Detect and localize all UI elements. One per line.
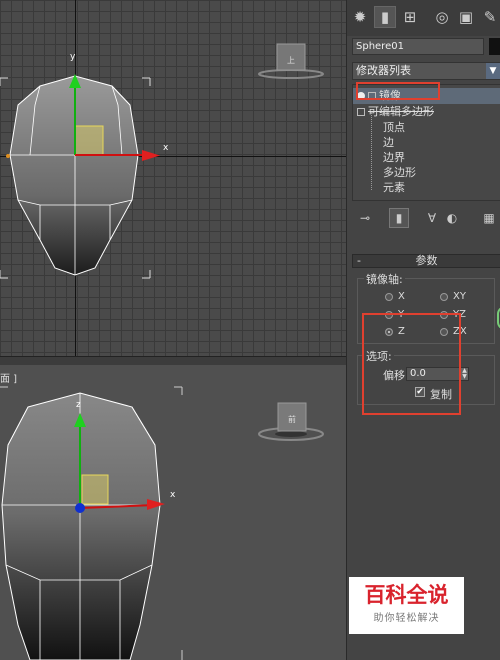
modifier-list-dropdown[interactable]: 修改器列表 ▼: [352, 62, 500, 80]
z-axis-label: z: [76, 400, 81, 410]
x-axis-label: x: [170, 490, 176, 500]
hierarchy-tab-icon[interactable]: ⊞: [399, 6, 421, 28]
radio-dot-icon: [385, 292, 393, 301]
stack-toolbar: ⊸ ▮ ∀ ◐ ▦: [347, 205, 500, 231]
configure-sets-icon[interactable]: ▦: [479, 208, 499, 228]
command-panel-tabs: ✹ ▮ ⊞ ◎ ▣ ✎: [347, 0, 500, 36]
display-tab-icon[interactable]: ▣: [455, 6, 477, 28]
highlight-mirror-modifier: [356, 82, 440, 100]
head-mesh-perspective[interactable]: 前: [0, 365, 346, 660]
x-axis-label: x: [163, 143, 169, 153]
parameters-rollout-header[interactable]: - 参数: [352, 254, 500, 268]
radio-axis-x[interactable]: X: [385, 291, 405, 302]
modifier-stack[interactable]: 镜像 可编辑多边形 顶点 边 边界 多边形 元素: [352, 84, 500, 201]
show-end-result-icon[interactable]: ▮: [389, 208, 409, 228]
viewcube[interactable]: 前: [258, 402, 324, 441]
stack-sub-vertex[interactable]: 顶点: [383, 120, 405, 136]
stack-sub-element[interactable]: 元素: [383, 180, 405, 196]
viewport-label[interactable]: 面 ]: [0, 370, 17, 385]
watermark-title: 百科全说: [364, 583, 449, 607]
modifier-list-label: 修改器列表: [356, 64, 411, 77]
pin-stack-icon[interactable]: ⊸: [355, 208, 375, 228]
head-mesh-top[interactable]: 上: [0, 0, 346, 357]
y-axis-label: y: [70, 52, 76, 62]
stack-sub-border[interactable]: 边界: [383, 150, 405, 166]
object-name-field[interactable]: Sphere01: [352, 38, 484, 55]
stack-item-editable-poly[interactable]: 可编辑多边形: [357, 104, 434, 120]
stack-item-label: 可编辑多边形: [368, 105, 434, 118]
viewcube[interactable]: 上: [258, 43, 324, 79]
object-color-swatch[interactable]: [489, 38, 500, 55]
watermark-subtitle: 助你轻松解决: [373, 613, 440, 624]
remove-modifier-icon[interactable]: ◐: [442, 208, 462, 228]
spinner-arrows-icon[interactable]: ▲ ▼: [460, 367, 469, 381]
chevron-down-icon[interactable]: ▼: [486, 63, 500, 79]
svg-text:前: 前: [288, 414, 296, 424]
radio-dot-icon: [440, 292, 448, 301]
utilities-tab-icon[interactable]: ✎: [479, 6, 500, 28]
viewport-divider[interactable]: [0, 357, 346, 365]
collapse-icon[interactable]: [357, 108, 365, 116]
create-tab-icon[interactable]: ✹: [349, 6, 371, 28]
viewport-perspective[interactable]: 前 x z: [0, 365, 346, 660]
radio-label: X: [398, 291, 405, 302]
radio-label: XY: [453, 291, 466, 302]
mirror-axis-title: 镜像轴:: [364, 271, 405, 287]
svg-text:上: 上: [287, 56, 295, 65]
tree-line: [371, 112, 372, 190]
rollout-title: 参数: [415, 254, 438, 267]
stack-sub-polygon[interactable]: 多边形: [383, 165, 416, 181]
radio-axis-xy[interactable]: XY: [440, 291, 466, 302]
motion-tab-icon[interactable]: ◎: [431, 6, 453, 28]
viewport-top[interactable]: 上 x y: [0, 0, 346, 357]
watermark-logo: 百科全说 助你轻松解决: [349, 577, 464, 634]
stack-sub-edge[interactable]: 边: [383, 135, 394, 151]
make-unique-icon[interactable]: ∀: [422, 208, 442, 228]
modify-tab-icon[interactable]: ▮: [374, 6, 396, 28]
collapse-minus-icon[interactable]: -: [357, 255, 361, 267]
highlight-axis-options: [362, 313, 461, 415]
